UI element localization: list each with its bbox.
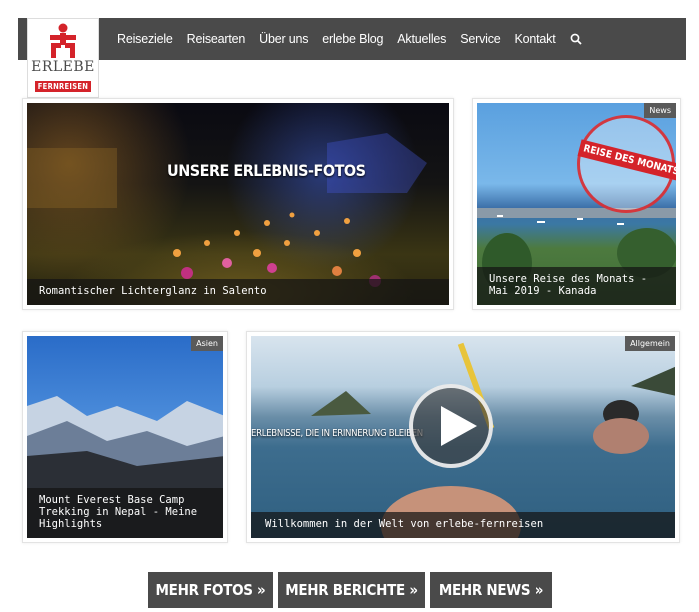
- fotos-caption[interactable]: Romantischer Lichterglanz in Salento: [27, 279, 449, 305]
- category-badge[interactable]: Allgemein: [625, 336, 675, 351]
- card-image-salento: UNSERE ERLEBNIS-FOTOS Romantischer Licht…: [27, 103, 449, 305]
- card-image-snorkeling: Allgemein ERLEBNISSE, DIE IN ERINNERUNG …: [251, 336, 675, 538]
- fotos-overlay-title: UNSERE ERLEBNIS-FOTOS: [167, 161, 366, 180]
- caption-line: Highlights: [39, 518, 103, 530]
- main-menu: Reiseziele Reisearten Über uns erlebe Bl…: [117, 18, 582, 60]
- nav-item-blog[interactable]: erlebe Blog: [322, 32, 383, 46]
- card-image-everest: Asien Mount Everest Base Camp Trekking i…: [27, 336, 223, 538]
- reise-des-monats-stamp: REISE DES MONATS: [577, 115, 676, 213]
- nav-item-ueber-uns[interactable]: Über uns: [259, 32, 308, 46]
- caption-line: Mount Everest Base Camp: [39, 494, 185, 506]
- search-icon[interactable]: [570, 33, 582, 45]
- card-reise-des-monats[interactable]: News REISE DES MONATS Unsere Reise des M…: [472, 98, 681, 310]
- caption-line: Unsere Reise des Monats -: [489, 273, 648, 285]
- nav-item-kontakt[interactable]: Kontakt: [515, 32, 556, 46]
- nav-item-reiseziele[interactable]: Reiseziele: [117, 32, 173, 46]
- logo-tagline: FERNREISEN: [34, 81, 92, 92]
- play-button[interactable]: [409, 384, 493, 468]
- card-image-kanada: News REISE DES MONATS Unsere Reise des M…: [477, 103, 676, 305]
- logo-wordmark: ERLEBE: [31, 59, 95, 75]
- logo[interactable]: ERLEBE FERNREISEN: [27, 18, 99, 98]
- lantern-lights-graphic: [27, 133, 427, 287]
- caption-line: Trekking in Nepal - Meine: [39, 506, 198, 518]
- nav-item-aktuelles[interactable]: Aktuelles: [397, 32, 446, 46]
- more-reports-button[interactable]: MEHR BERICHTE »: [278, 572, 425, 608]
- stamp-label: REISE DES MONATS: [577, 139, 676, 182]
- everest-caption[interactable]: Mount Everest Base Camp Trekking in Nepa…: [27, 488, 223, 538]
- reise-caption[interactable]: Unsere Reise des Monats - Mai 2019 - Kan…: [477, 267, 676, 305]
- category-badge[interactable]: Asien: [191, 336, 223, 351]
- video-caption[interactable]: Willkommen in der Welt von erlebe-fernre…: [251, 512, 675, 538]
- category-badge[interactable]: News: [644, 103, 676, 118]
- more-photos-button[interactable]: MEHR FOTOS »: [148, 572, 273, 608]
- nav-item-reisearten[interactable]: Reisearten: [187, 32, 246, 46]
- card-erlebnis-fotos[interactable]: UNSERE ERLEBNIS-FOTOS Romantischer Licht…: [22, 98, 454, 310]
- logo-figure-icon: [50, 23, 76, 58]
- play-icon: [441, 406, 477, 446]
- more-news-button[interactable]: MEHR NEWS »: [430, 572, 552, 608]
- nav-item-service[interactable]: Service: [460, 32, 500, 46]
- video-overlay-text: ERLEBNISSE, DIE IN ERINNERUNG BLEIBEN: [251, 428, 423, 439]
- card-everest[interactable]: Asien Mount Everest Base Camp Trekking i…: [22, 331, 228, 543]
- card-video[interactable]: Allgemein ERLEBNISSE, DIE IN ERINNERUNG …: [246, 331, 680, 543]
- caption-line: Mai 2019 - Kanada: [489, 285, 597, 297]
